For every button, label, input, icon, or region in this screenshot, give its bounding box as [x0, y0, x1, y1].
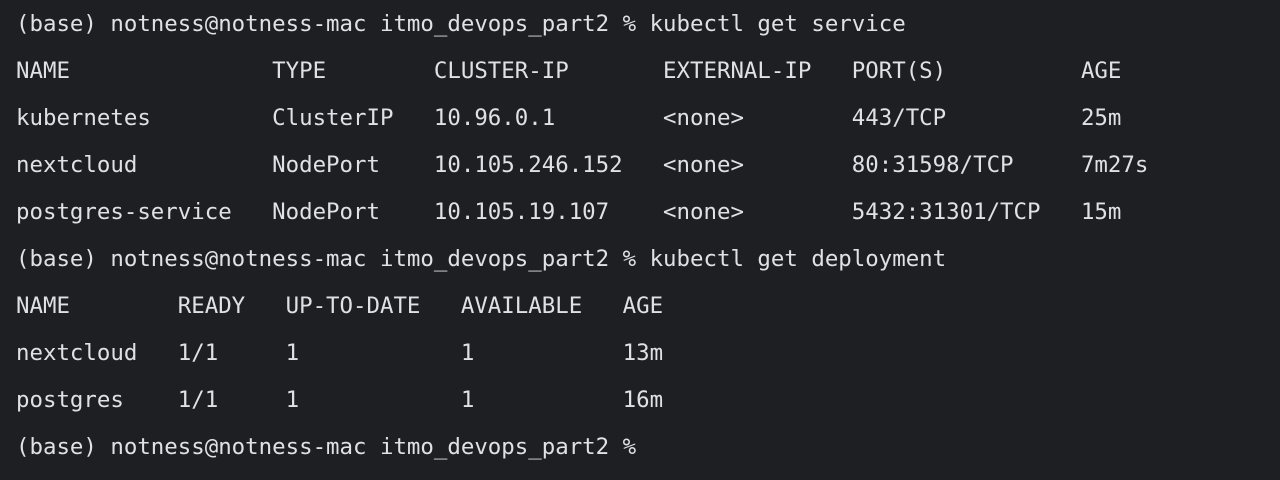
- deployment-table-header: NAME READY UP-TO-DATE AVAILABLE AGE: [16, 293, 664, 319]
- service-row-postgres-service: postgres-service NodePort 10.105.19.107 …: [16, 199, 1122, 225]
- service-row-nextcloud: nextcloud NodePort 10.105.246.152 <none>…: [16, 152, 1149, 178]
- terminal-window[interactable]: (base) notness@notness-mac itmo_devops_p…: [0, 0, 1280, 480]
- service-table-header: NAME TYPE CLUSTER-IP EXTERNAL-IP PORT(S)…: [16, 58, 1122, 84]
- prompt-line-current[interactable]: (base) notness@notness-mac itmo_devops_p…: [16, 432, 650, 462]
- service-row-kubernetes: kubernetes ClusterIP 10.96.0.1 <none> 44…: [16, 105, 1122, 131]
- prompt-line-kubectl-get-deployment: (base) notness@notness-mac itmo_devops_p…: [16, 246, 947, 272]
- deployment-row-postgres: postgres 1/1 1 1 16m: [16, 387, 664, 413]
- deployment-row-nextcloud: nextcloud 1/1 1 1 13m: [16, 340, 664, 366]
- prompt-line-kubectl-get-service: (base) notness@notness-mac itmo_devops_p…: [16, 11, 906, 37]
